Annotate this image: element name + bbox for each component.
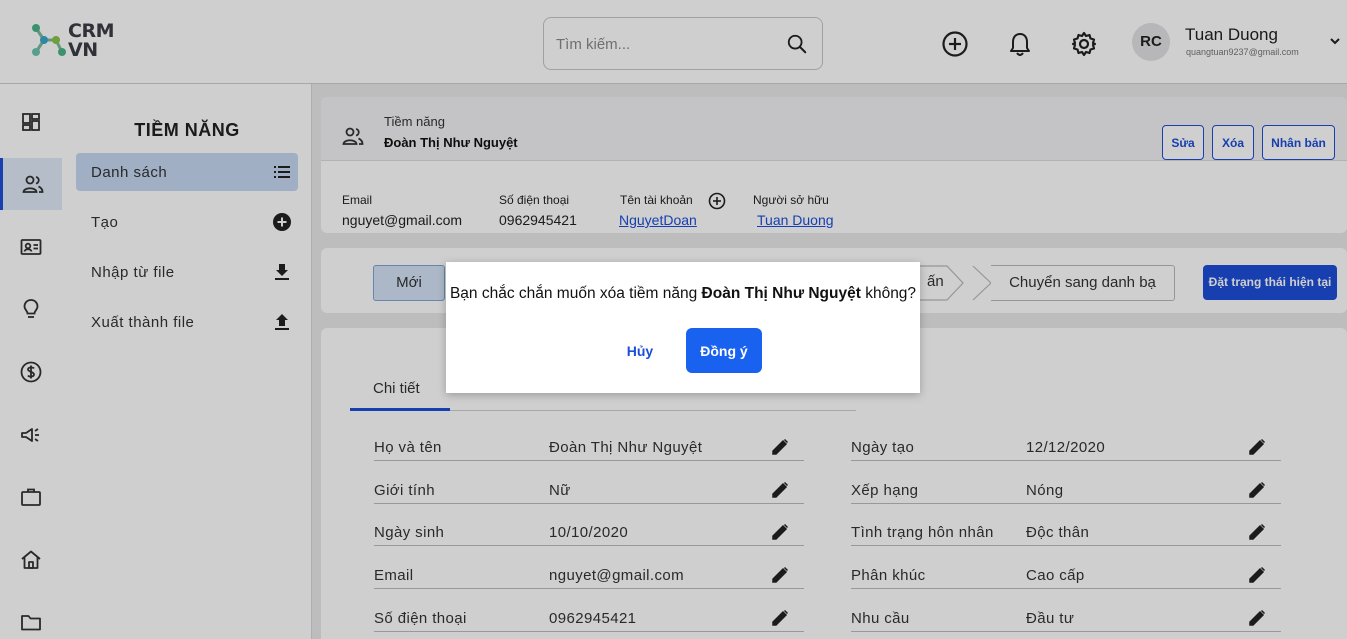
confirm-button[interactable]: Đồng ý xyxy=(686,328,762,373)
dialog-message-prefix: Bạn chắc chắn muốn xóa tiềm năng xyxy=(449,285,702,302)
delete-confirm-dialog: Bạn chắc chắn muốn xóa tiềm năng Đoàn Th… xyxy=(446,262,920,393)
dialog-message-suffix: không? xyxy=(860,285,917,302)
dialog-message-name: Đoàn Thị Như Nguyệt xyxy=(701,285,861,302)
cancel-button[interactable]: Hủy xyxy=(612,328,668,373)
dialog-message: Bạn chắc chắn muốn xóa tiềm năng Đoàn Th… xyxy=(446,285,920,303)
